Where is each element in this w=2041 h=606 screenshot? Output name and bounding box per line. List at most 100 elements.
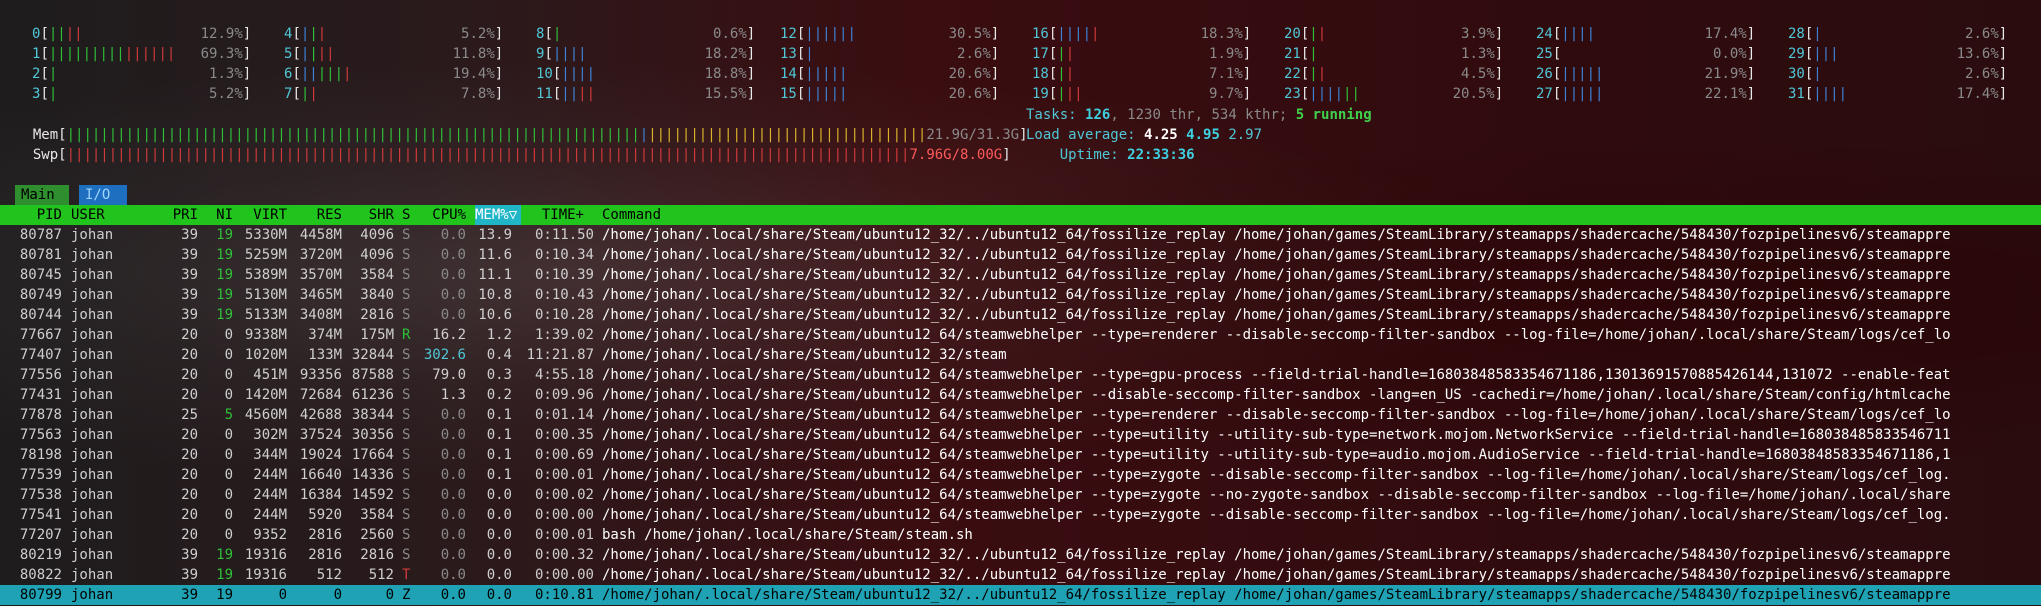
cpu-id-label: 28 xyxy=(1788,26,1805,42)
cell-user: johan xyxy=(71,347,114,363)
process-row[interactable]: 80744 johan 39 19 5133M 3408M 2816 S 0.0 10.6 0:10… xyxy=(0,305,2041,325)
cpu-usage-bar: || xyxy=(561,86,579,102)
cell-virt: 302M xyxy=(253,427,287,443)
cell-pid: 78198 xyxy=(19,447,62,463)
cpu-meter-3: 3[| 5.2%] xyxy=(32,86,252,102)
process-row[interactable]: 80745 johan 39 19 5389M 3570M 3584 S 0.0 11.1 0:10… xyxy=(0,265,2041,285)
column-pri[interactable]: PRI xyxy=(170,205,198,225)
cell-res: 0 xyxy=(333,587,342,603)
cell-shr: 61236 xyxy=(351,387,394,403)
tab-main[interactable]: Main xyxy=(15,185,69,205)
cpu-meter-29: 29[||| 13.6%] xyxy=(1788,46,2008,62)
cell-mem: 0.1 xyxy=(486,447,512,463)
column-mem-sorted[interactable]: MEM%▽ xyxy=(475,205,521,225)
cell-mem: 0.0 xyxy=(486,587,512,603)
mem-meter: Mem[||||||||||||||||||||||||||||||||||||… xyxy=(32,127,1028,143)
column-command[interactable]: Command xyxy=(602,205,661,225)
process-row[interactable]: 77563 johan 20 0 302M 37524 30356 S 0.0 0.1 0:00.3… xyxy=(0,425,2041,445)
column-ni[interactable]: NI xyxy=(214,205,233,225)
cell-user: johan xyxy=(71,387,114,403)
cpu-usage-bar: | xyxy=(1065,46,1075,62)
tab-io[interactable]: I/O xyxy=(79,185,127,205)
cpu-id-label: 29 xyxy=(1788,46,1805,62)
process-row[interactable]: 80799 johan 39 19 0 0 0 Z 0.0 0.0 0:10.81/home/joh… xyxy=(0,585,2041,605)
cell-command: /home/johan/.local/share/Steam/ubuntu12_… xyxy=(602,267,1951,283)
cell-cpu: 0.0 xyxy=(440,407,466,423)
column-res[interactable]: RES xyxy=(298,205,342,225)
cell-state: S xyxy=(402,487,411,503)
cell-command: /home/johan/.local/share/Steam/ubuntu12_… xyxy=(602,227,1951,243)
column-user[interactable]: USER xyxy=(71,205,105,225)
process-row[interactable]: 77541 johan 20 0 244M 5920 3584 S 0.0 0.0 0:00.00 /… xyxy=(0,505,2041,525)
cell-shr: 175M xyxy=(360,327,394,343)
cpu-id-label: 27 xyxy=(1536,86,1553,102)
process-row[interactable]: 80787 johan 39 19 5330M 4458M 4096 S 0.0 13.9 0:11… xyxy=(0,225,2041,245)
cell-time: 0:00.69 xyxy=(534,447,594,463)
cell-state: S xyxy=(402,347,411,363)
cell-user: johan xyxy=(71,487,114,503)
cell-pid: 77556 xyxy=(19,367,62,383)
cpu-id-label: 21 xyxy=(1284,46,1301,62)
process-row[interactable]: 80219 johan 39 19 19316 2816 2816 S 0.0 0.0 0:00.3… xyxy=(0,545,2041,565)
column-state[interactable]: S xyxy=(402,205,410,225)
process-row[interactable]: 77556 johan 20 0 451M 93356 87588 S 79.0 0.3 4:55.… xyxy=(0,365,2041,385)
cpu-meter-21: 21[| 1.3%] xyxy=(1284,46,1504,62)
cell-ni: 0 xyxy=(224,507,233,523)
process-row[interactable]: 77207 johan 20 0 9352 2816 2560 S 0.0 0.0 0:00.01 b… xyxy=(0,525,2041,545)
process-row[interactable]: 78198 johan 20 0 344M 19024 17664 S 0.0 0.1 0:00.6… xyxy=(0,445,2041,465)
cell-state: S xyxy=(402,247,411,263)
cell-command: /home/johan/.local/share/Steam/ubuntu12_… xyxy=(602,587,1951,603)
cpu-usage-bar: || xyxy=(317,46,335,62)
cell-state: S xyxy=(402,407,411,423)
process-row[interactable]: 77667 johan 20 0 9338M 374M 175M R 16.2 1.2 1:39.0… xyxy=(0,325,2041,345)
process-row[interactable]: 80781 johan 39 19 5259M 3720M 4096 S 0.0 11.6 0:10… xyxy=(0,245,2041,265)
cpu-usage-bar: |||| xyxy=(552,46,587,62)
cpu-usage-bar: | xyxy=(1317,66,1327,82)
cell-cpu: 0.0 xyxy=(440,507,466,523)
cell-user: johan xyxy=(71,587,114,603)
cpu-usage-bar: ||||| xyxy=(1561,66,1604,82)
column-shr[interactable]: SHR xyxy=(346,205,394,225)
cpu-meter-7: 7[|| 7.8%] xyxy=(284,86,504,102)
cpu-usage-bar: || xyxy=(48,26,66,42)
cpu-usage-bar: |||| xyxy=(1813,86,1848,102)
column-time[interactable]: TIME+ xyxy=(538,205,584,225)
cpu-percent: 19.4% xyxy=(452,66,495,82)
cell-cpu: 0.0 xyxy=(440,427,466,443)
process-row[interactable]: 80749 johan 39 19 5130M 3465M 3840 S 0.0 10.8 0:10… xyxy=(0,285,2041,305)
column-cpu[interactable]: CPU% xyxy=(426,205,466,225)
cpu-meter-23: 23[|||||| 20.5%] xyxy=(1284,86,1504,102)
cpu-percent: 4.5% xyxy=(1461,66,1495,82)
cpu-usage-bar: || xyxy=(1065,86,1083,102)
cpu-usage-bar: ||||||||| xyxy=(48,46,125,62)
cell-res: 19024 xyxy=(299,447,342,463)
cpu-meter-15: 15[||||| 20.6%] xyxy=(780,86,1000,102)
cell-virt: 244M xyxy=(253,507,287,523)
cell-state: S xyxy=(402,227,411,243)
cell-cpu: 0.0 xyxy=(440,527,466,543)
cpu-percent: 12.9% xyxy=(200,26,243,42)
cell-mem: 13.9 xyxy=(478,227,512,243)
cell-command: /home/johan/.local/share/Steam/ubuntu12_… xyxy=(602,427,1951,443)
cpu-percent: 20.6% xyxy=(948,86,991,102)
cpu-percent: 13.6% xyxy=(1956,46,1999,62)
cpu-usage-bar: | xyxy=(1309,26,1318,42)
process-row[interactable]: 77539 johan 20 0 244M 16640 14336 S 0.0 0.1 0:00.0… xyxy=(0,465,2041,485)
cpu-percent: 1.3% xyxy=(209,66,243,82)
process-row[interactable]: 80822 johan 39 19 19316 512 512 T 0.0 0.0 0:00.00 /… xyxy=(0,565,2041,585)
cell-shr: 2816 xyxy=(360,547,394,563)
process-row[interactable]: 77407 johan 20 0 1020M 133M 32844 S 302.6 0.4 11:2… xyxy=(0,345,2041,365)
column-virt[interactable]: VIRT xyxy=(243,205,287,225)
cell-pid: 77878 xyxy=(19,407,62,423)
cell-command: /home/johan/.local/share/Steam/ubuntu12_… xyxy=(602,447,1951,463)
cell-user: johan xyxy=(71,567,114,583)
process-row[interactable]: 77538 johan 20 0 244M 16384 14592 S 0.0 0.0 0:00.0… xyxy=(0,485,2041,505)
cell-res: 374M xyxy=(308,327,342,343)
cell-mem: 0.2 xyxy=(486,387,512,403)
cell-pid: 80787 xyxy=(19,227,62,243)
process-row[interactable]: 77878 johan 25 5 4560M 42688 38344 S 0.0 0.1 0:01.… xyxy=(0,405,2041,425)
process-row[interactable]: 77431 johan 20 0 1420M 72684 61236 S 1.3 0.2 0:09.… xyxy=(0,385,2041,405)
column-pid[interactable]: PID xyxy=(18,205,62,225)
cell-mem: 11.6 xyxy=(478,247,512,263)
cell-ni: 5 xyxy=(224,407,233,423)
